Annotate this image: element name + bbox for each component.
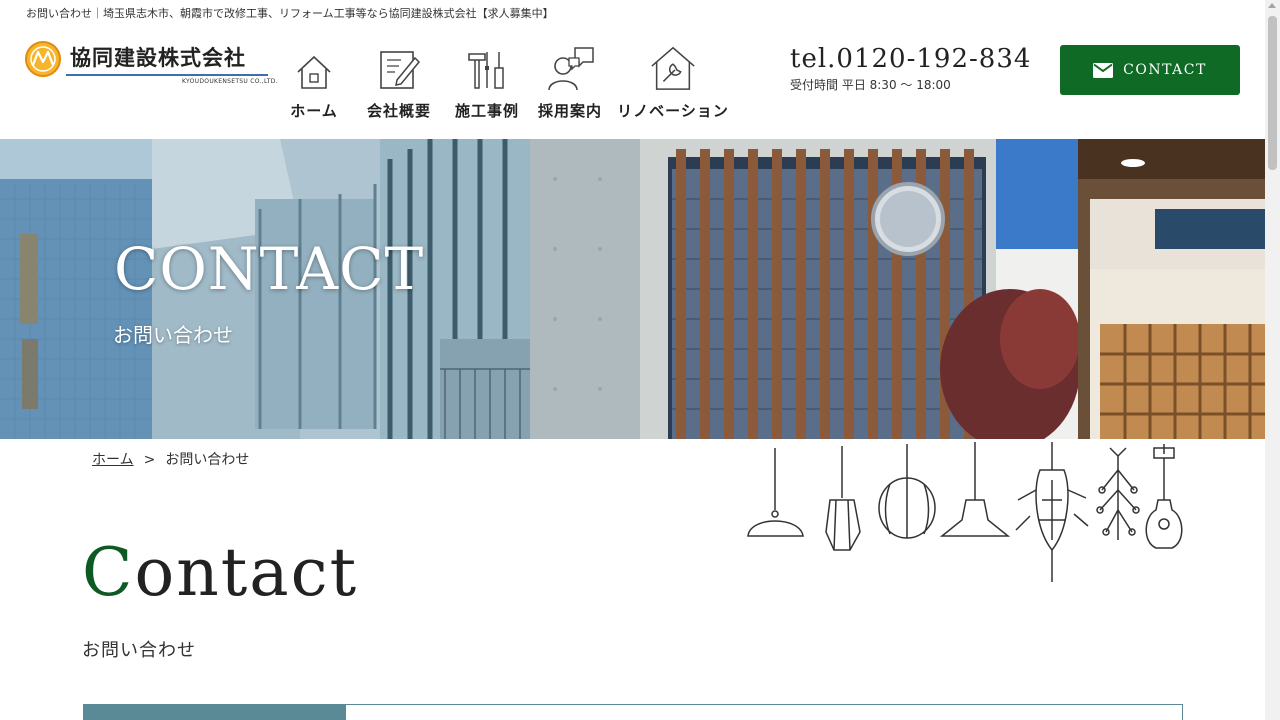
nav-label-renovation: リノベーション [617,102,729,120]
site-caption: お問い合わせ｜埼玉県志木市、朝霞市で改修工事、リフォーム工事等なら協同建設株式会… [26,7,554,20]
lamp-globe-icon [878,444,936,539]
nav-label-company: 会社概要 [366,102,431,120]
nav-label-home: ホーム [290,102,338,120]
form-tab-active[interactable] [84,705,346,720]
lamp-cone-icon [939,442,1011,537]
lamp-dome-icon [747,448,804,537]
hanging-lamps-illustration [747,442,1183,582]
nav-item-renovation[interactable]: リノベーション [617,44,729,124]
lamp-geometric-icon [825,446,861,551]
breadcrumb-separator: > [143,452,156,468]
company-logo[interactable]: 協同建設株式会社 KYOUDOUKENSETSU CO.,LTD. [24,40,278,86]
hero-banner: CONTACT お問い合わせ [0,139,1265,439]
contact-button-label: CONTACT [1123,62,1207,78]
page-heading: Contact [82,540,358,606]
dried-flowers-icon [1096,447,1140,540]
logo-sub: KYOUDOUKENSETSU CO.,LTD. [182,78,278,85]
page-heading-initial: C [82,534,135,611]
house-icon [289,44,339,92]
scroll-up-arrow-icon[interactable] [1268,3,1276,8]
form-tab-bar [83,704,1183,720]
hero-title: CONTACT [114,235,425,303]
house-wrench-icon [648,44,698,92]
breadcrumb: ホーム > お問い合わせ [92,449,249,469]
scroll-thumb[interactable] [1268,16,1277,170]
nav-label-works: 施工事例 [454,102,519,120]
tools-icon [462,44,512,92]
logo-underline [66,74,268,76]
nav-item-home[interactable]: ホーム [282,44,346,124]
page-heading-rest: ontact [134,534,359,611]
tel-hours: 受付時間 平日 8:30 〜 18:00 [790,78,951,92]
contact-button[interactable]: CONTACT [1060,45,1240,95]
tel-number[interactable]: tel.0120-192-834 [790,44,1031,74]
main-nav: ホーム 会社概要 施工事例 採用案内 リノベーション [282,44,728,124]
lamp-bulb-icon [1145,444,1183,549]
tel-block: tel.0120-192-834 受付時間 平日 8:30 〜 18:00 [790,44,1031,93]
notepad-pencil-icon [374,44,424,92]
breadcrumb-current: お問い合わせ [165,452,250,468]
breadcrumb-home-link[interactable]: ホーム [92,452,134,468]
nav-label-recruit: 採用案内 [537,102,602,120]
hero-subtitle: お問い合わせ [113,323,233,347]
logo-mark-icon [25,41,61,77]
nav-item-works[interactable]: 施工事例 [452,44,522,124]
person-chat-icon [545,44,595,92]
hanging-plant-icon [1015,442,1089,582]
nav-item-company[interactable]: 会社概要 [358,44,440,124]
logo-name: 協同建設株式会社 [70,46,246,70]
envelope-icon [1093,62,1114,78]
vertical-scrollbar[interactable] [1265,0,1280,720]
nav-item-recruit[interactable]: 採用案内 [534,44,606,124]
page-subheading: お問い合わせ [82,640,196,661]
